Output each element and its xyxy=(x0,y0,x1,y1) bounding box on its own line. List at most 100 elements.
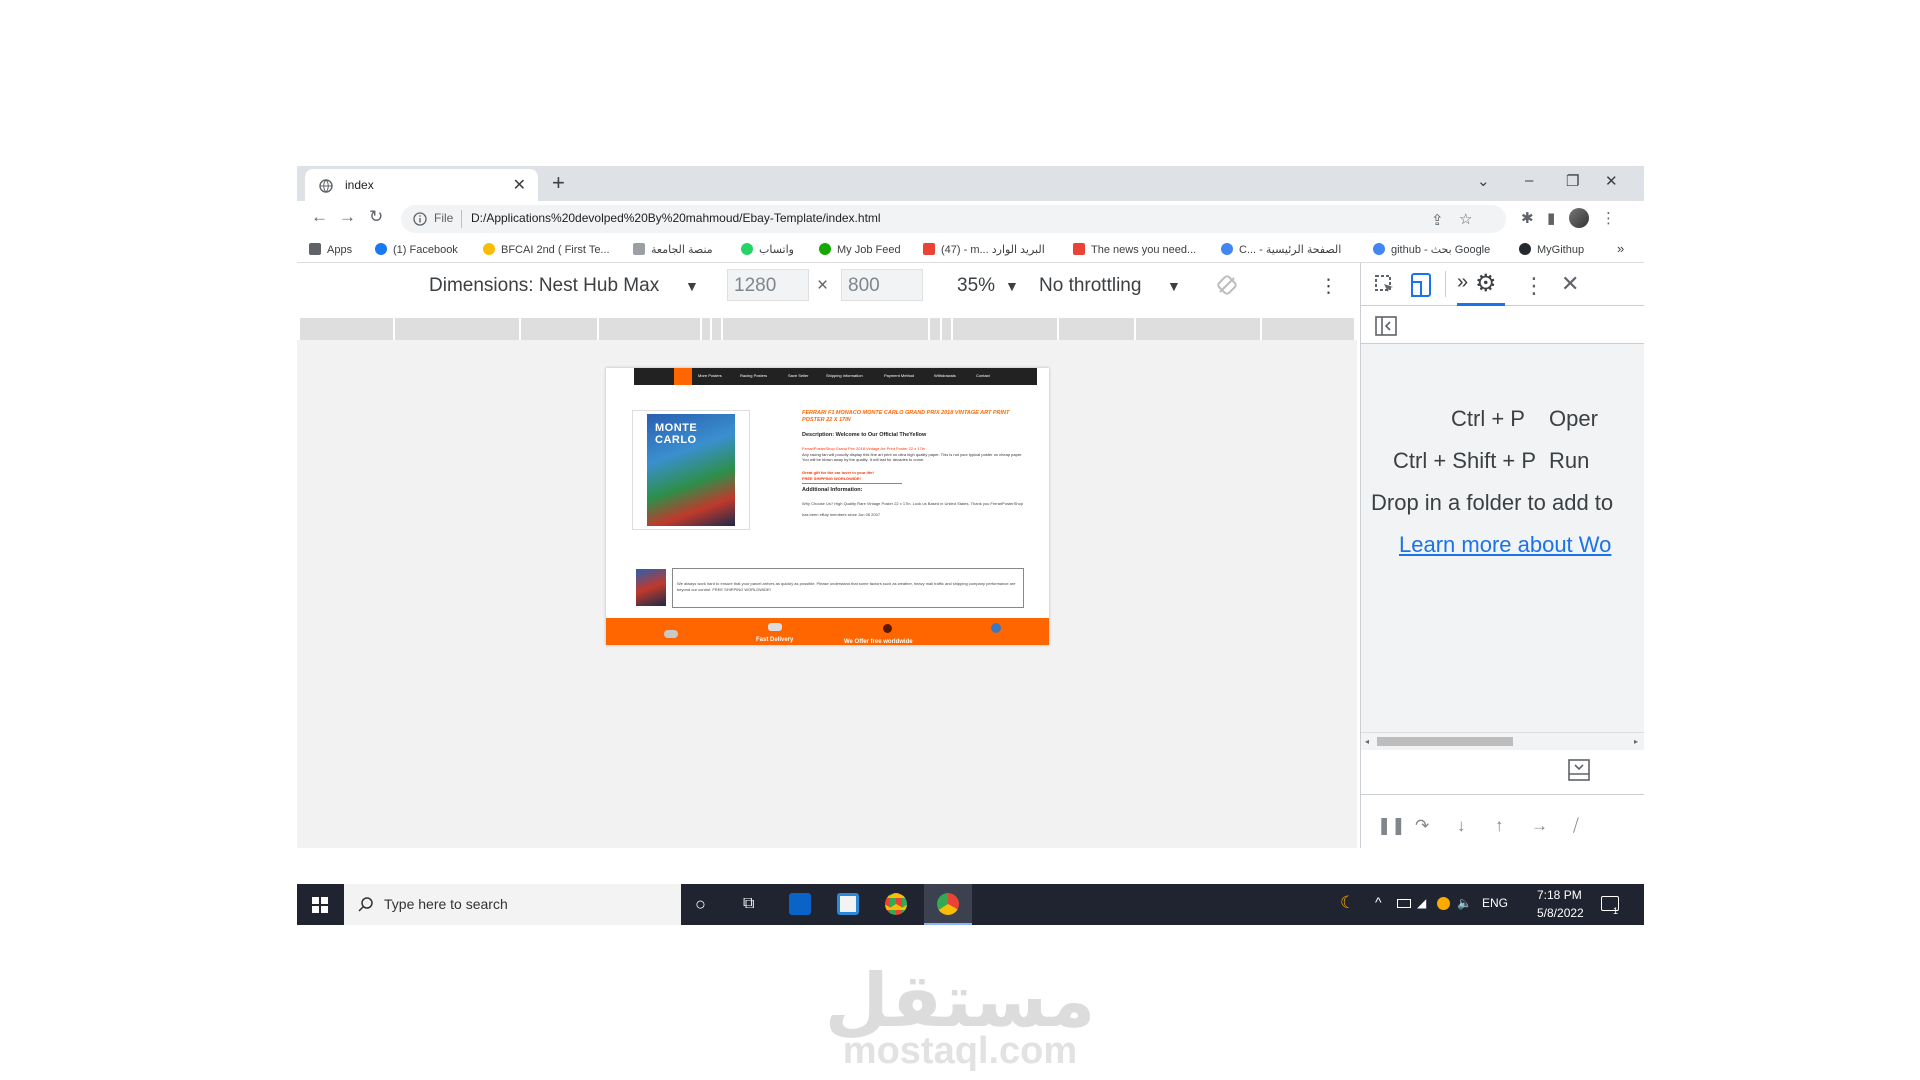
store-icon[interactable] xyxy=(837,893,859,915)
step-out-icon[interactable]: ↑ xyxy=(1495,816,1504,836)
nav-item[interactable]: Racing Posters xyxy=(740,373,767,378)
nav-item[interactable]: Contact xyxy=(976,373,990,378)
bookmark-github[interactable]: MyGithup xyxy=(1519,243,1584,256)
more-tabs-icon[interactable]: » xyxy=(1457,271,1468,294)
tab-close-icon[interactable]: ✕ xyxy=(513,175,526,195)
site-icon xyxy=(1221,243,1233,255)
nav-item[interactable]: Payment Method xyxy=(884,373,914,378)
bookmark-facebook[interactable]: (1) Facebook xyxy=(375,243,458,256)
ebay-template-page[interactable]: More Posters Racing Posters Save Seller … xyxy=(606,368,1049,645)
chevron-down-icon[interactable]: ▼ xyxy=(1167,278,1181,294)
additional-heading: Additional Information: xyxy=(802,487,863,493)
bookmark-whatsapp[interactable]: واتساب xyxy=(741,243,794,256)
nav-item[interactable]: Save Seller xyxy=(788,373,808,378)
share-icon[interactable]: ⇪ xyxy=(1431,211,1444,229)
info-icon[interactable] xyxy=(413,212,427,226)
bookmark-university[interactable]: منصة الجامعة xyxy=(633,243,713,256)
notification-count: 1 xyxy=(1613,906,1619,916)
cortana-icon[interactable]: ○ xyxy=(695,894,706,915)
toggle-debugger-icon[interactable] xyxy=(1568,759,1590,781)
learn-more-link[interactable]: Learn more about Wo xyxy=(1399,532,1611,558)
nav-item[interactable]: Shipping Information xyxy=(826,373,863,378)
volume-icon[interactable]: 🔈 xyxy=(1457,896,1472,910)
clock-time[interactable]: 7:18 PM xyxy=(1537,888,1582,902)
profile-avatar[interactable] xyxy=(1569,208,1589,228)
chevron-down-icon[interactable]: ▼ xyxy=(685,278,699,294)
zoom-select[interactable]: 35% xyxy=(957,275,995,297)
taskbar-search[interactable]: Type here to search xyxy=(344,884,681,925)
bookmarks-more-icon[interactable]: » xyxy=(1617,241,1624,256)
reload-button[interactable]: ↻ xyxy=(369,207,383,227)
battery-icon[interactable] xyxy=(1397,899,1411,908)
scroll-left-icon[interactable]: ◂ xyxy=(1365,737,1369,746)
chrome-active-app[interactable] xyxy=(924,884,972,925)
address-bar[interactable]: File D:/Applications%20devolped%20By%20m… xyxy=(401,205,1506,233)
description-body: Any racing fan will proudly display this… xyxy=(802,452,1023,462)
tab-index[interactable]: index ✕ xyxy=(305,169,538,201)
facebook-icon xyxy=(375,243,387,255)
devtools-menu-icon[interactable]: ⋮ xyxy=(1523,273,1545,299)
language-indicator[interactable]: ENG xyxy=(1482,896,1508,910)
chevron-up-icon[interactable]: ^ xyxy=(1375,894,1382,910)
outlook-icon[interactable] xyxy=(789,893,811,915)
horizontal-scrollbar[interactable]: ◂ ▸ xyxy=(1361,732,1644,750)
chevron-down-icon[interactable]: ▼ xyxy=(1005,278,1019,294)
device-more-icon[interactable]: ⋮ xyxy=(1319,275,1338,298)
bookmark-google[interactable]: github - بحث Google xyxy=(1373,243,1490,256)
nav-item[interactable]: More Posters xyxy=(698,373,722,378)
bookmark-news[interactable]: The news you need... xyxy=(1073,243,1196,256)
extensions-icon[interactable]: ✱ xyxy=(1521,209,1534,227)
device-dimensions-select[interactable]: Dimensions: Nest Hub Max xyxy=(429,275,659,297)
nav-item[interactable]: Withdrawals xyxy=(934,373,956,378)
scroll-right-icon[interactable]: ▸ xyxy=(1634,737,1638,746)
windows-start-icon[interactable] xyxy=(312,897,328,913)
night-light-icon[interactable]: ☾ xyxy=(1340,893,1355,913)
devtools-close-icon[interactable]: ✕ xyxy=(1561,271,1579,297)
close-window-button[interactable]: ✕ xyxy=(1605,172,1618,190)
step-into-icon[interactable]: ↓ xyxy=(1457,816,1466,836)
pause-icon[interactable]: ❚❚ xyxy=(1377,816,1406,836)
drop-folder-text: Drop in a folder to add to xyxy=(1371,490,1614,515)
forward-button[interactable]: → xyxy=(339,207,356,227)
back-button[interactable]: ← xyxy=(311,207,328,227)
toggle-sidebar-icon[interactable] xyxy=(1375,316,1397,336)
devtools-subbar xyxy=(1361,306,1644,344)
side-panel-icon[interactable]: ▮ xyxy=(1547,209,1555,227)
product-thumbnail[interactable] xyxy=(636,569,666,606)
restore-button[interactable]: ❐ xyxy=(1566,172,1579,190)
bookmark-bfcai[interactable]: BFCAI 2nd ( First Te... xyxy=(483,243,610,256)
tray-app-icon[interactable] xyxy=(1437,897,1450,910)
device-toggle-icon[interactable] xyxy=(1409,272,1433,298)
bookmark-upwork[interactable]: My Job Feed xyxy=(819,243,901,256)
settings-gear-icon[interactable]: ⚙ xyxy=(1475,269,1497,298)
bookmark-star-icon[interactable]: ☆ xyxy=(1459,210,1472,228)
viewport-height-input[interactable]: 800 xyxy=(841,269,923,301)
new-tab-button[interactable]: + xyxy=(552,170,565,196)
divider xyxy=(802,483,902,484)
bookmark-gmail[interactable]: (47) - m... البريد الوارد xyxy=(923,243,1045,256)
bookmark-home[interactable]: C... - الصفحة الرئيسية xyxy=(1221,243,1341,256)
inspect-element-icon[interactable] xyxy=(1373,273,1397,297)
tab-search-icon[interactable]: ⌄ xyxy=(1477,172,1490,190)
browser-menu-icon[interactable]: ⋮ xyxy=(1601,209,1616,227)
bookmark-apps[interactable]: Apps xyxy=(309,243,352,256)
globe-icon xyxy=(319,179,333,193)
minimize-button[interactable]: – xyxy=(1525,172,1533,189)
step-icon[interactable]: → xyxy=(1531,816,1548,836)
emulated-viewport[interactable]: More Posters Racing Posters Save Seller … xyxy=(297,340,1357,848)
footer-label: We Offer free worldwide xyxy=(844,639,913,645)
scroll-thumb[interactable] xyxy=(1377,737,1513,746)
deactivate-breakpoints-icon[interactable]: ⧸ xyxy=(1573,816,1579,836)
chrome-icon[interactable] xyxy=(885,893,907,915)
throttling-select[interactable]: No throttling xyxy=(1039,275,1141,297)
rotate-disabled-icon[interactable] xyxy=(1215,273,1239,297)
wifi-icon[interactable]: ◢ xyxy=(1417,896,1426,910)
step-over-icon[interactable]: ↷ xyxy=(1415,816,1429,836)
task-view-icon[interactable]: ⧉ xyxy=(743,895,754,913)
additional-body: Why Choose Us? High Quality Rare Vintage… xyxy=(802,501,1024,517)
clock-date[interactable]: 5/8/2022 xyxy=(1537,906,1584,920)
nav-home-button[interactable] xyxy=(674,368,692,385)
viewport-width-input[interactable]: 1280 xyxy=(727,269,809,301)
product-poster-image[interactable]: MONTE CARLO xyxy=(647,414,735,526)
url-text[interactable]: D:/Applications%20devolped%20By%20mahmou… xyxy=(471,211,881,225)
